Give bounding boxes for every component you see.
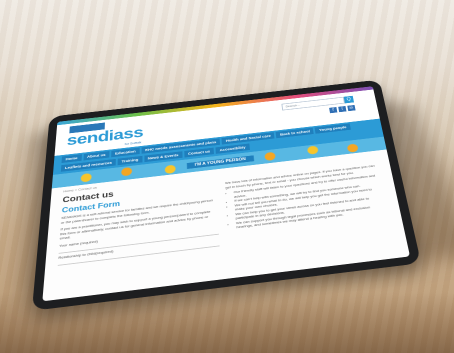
logo-subtitle: for Suffolk xyxy=(124,140,142,146)
facebook-icon[interactable]: f xyxy=(329,107,338,114)
nav-training[interactable]: Training xyxy=(117,155,143,166)
social-links: f t in xyxy=(329,104,356,114)
nav-home[interactable]: Home xyxy=(61,154,82,163)
search-icon[interactable]: Q xyxy=(343,95,355,104)
linkedin-icon[interactable]: in xyxy=(347,104,356,112)
photo: sendiass for Suffolk Search... Q f t in … xyxy=(0,0,454,353)
twitter-icon[interactable]: t xyxy=(338,106,347,113)
tablet-screen: sendiass for Suffolk Search... Q f t in … xyxy=(42,86,411,302)
